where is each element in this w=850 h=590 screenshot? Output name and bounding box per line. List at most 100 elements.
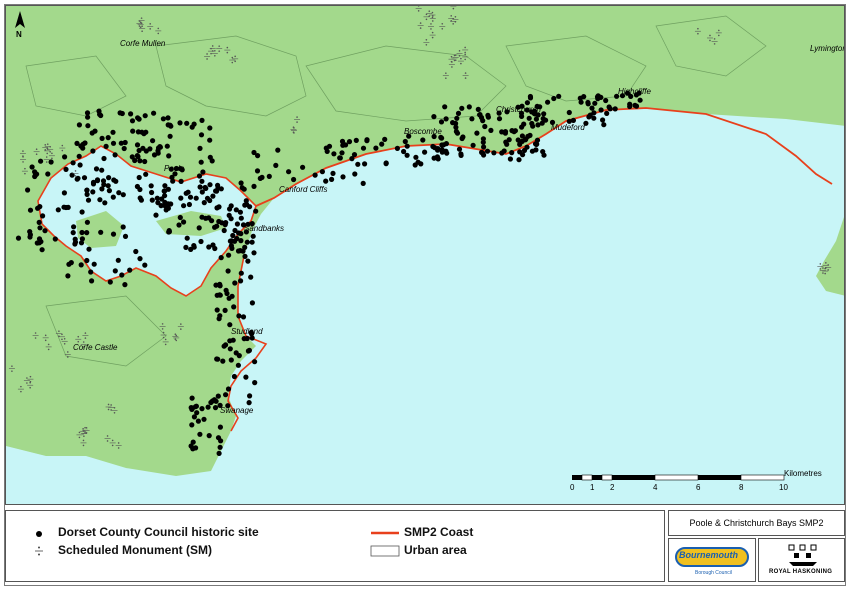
historic-site-marker [482, 123, 488, 130]
historic-site-marker [112, 268, 118, 274]
historic-site-marker [339, 150, 345, 156]
north-arrow-icon [15, 11, 25, 28]
historic-site-marker [129, 154, 135, 160]
scale-tick: 8 [739, 483, 744, 492]
historic-site-marker [63, 204, 69, 211]
historic-site-marker [36, 240, 42, 246]
historic-site-marker [516, 157, 522, 163]
historic-site-marker [480, 136, 486, 142]
historic-site-marker [591, 115, 597, 121]
historic-site-marker [85, 197, 92, 203]
historic-site-marker [250, 233, 256, 239]
historic-site-marker [136, 174, 142, 181]
historic-site-marker [198, 132, 205, 138]
historic-site-marker [184, 235, 190, 241]
historic-site-marker [227, 238, 233, 244]
historic-site-marker [100, 178, 107, 184]
historic-site-marker [578, 99, 584, 105]
historic-site-marker [226, 252, 232, 258]
historic-site-marker [529, 148, 536, 154]
historic-site-marker [96, 108, 102, 114]
legend-scheduled-monument: Scheduled Monument (SM) [58, 543, 212, 557]
historic-site-marker [155, 150, 161, 156]
historic-site-marker [459, 105, 465, 111]
place-mudeford: Mudeford [551, 123, 585, 132]
historic-site-marker [207, 154, 213, 160]
historic-site-marker [373, 145, 379, 151]
historic-site-marker [202, 184, 208, 191]
historic-site-marker [189, 422, 195, 428]
historic-site-marker [474, 130, 480, 136]
historic-site-marker [39, 247, 45, 253]
place-studland: Studland [231, 327, 263, 336]
historic-site-marker [200, 169, 206, 175]
historic-site-marker [167, 133, 173, 139]
historic-site-marker [90, 181, 97, 187]
historic-site-marker [581, 94, 587, 100]
historic-site-marker [105, 183, 111, 189]
historic-site-marker [62, 154, 68, 160]
historic-site-marker [603, 97, 609, 104]
historic-site-marker [488, 127, 494, 133]
historic-site-marker [215, 435, 222, 441]
map-canvas [6, 6, 844, 476]
historic-site-marker [188, 443, 194, 449]
historic-site-marker [199, 189, 205, 195]
historic-site-marker [527, 95, 534, 101]
historic-site-marker [450, 120, 456, 126]
historic-site-marker [189, 395, 195, 401]
historic-site-marker [78, 262, 84, 268]
historic-site-marker [197, 184, 203, 190]
scale-tick: 10 [779, 483, 788, 492]
historic-site-marker [120, 224, 126, 230]
historic-site-marker [84, 257, 90, 264]
historic-site-marker [122, 282, 128, 288]
historic-site-marker [98, 229, 104, 235]
historic-site-marker [91, 261, 97, 267]
historic-site-marker [227, 338, 233, 344]
historic-site-marker [475, 106, 481, 112]
legend-historic-site: Dorset County Council historic site [58, 525, 259, 539]
historic-site-marker [206, 433, 212, 439]
historic-site-marker [228, 357, 234, 363]
historic-site-marker [166, 153, 172, 159]
historic-site-marker [189, 124, 195, 130]
historic-site-marker [157, 144, 163, 150]
place-canford-cliffs: Canford Cliffs [279, 185, 328, 194]
historic-site-marker [194, 410, 200, 416]
historic-site-marker [249, 300, 255, 306]
historic-site-marker [394, 145, 400, 151]
historic-site-marker [343, 142, 349, 148]
historic-site-symbol [36, 531, 42, 537]
historic-site-marker [246, 400, 252, 406]
historic-site-marker [170, 178, 176, 184]
historic-site-marker [105, 135, 111, 141]
historic-site-marker [92, 128, 98, 134]
historic-site-marker [323, 178, 329, 184]
historic-site-marker [216, 218, 222, 225]
historic-site-marker [102, 200, 108, 206]
historic-site-marker [533, 116, 540, 122]
historic-site-marker [164, 143, 170, 149]
historic-site-marker [511, 129, 517, 135]
historic-site-marker [178, 195, 184, 201]
historic-site-marker [519, 138, 525, 144]
historic-site-marker [238, 278, 244, 284]
historic-site-marker [319, 169, 325, 175]
legend-smp2-coast: SMP2 Coast [404, 525, 474, 539]
historic-site-marker [34, 171, 40, 177]
historic-site-marker [210, 193, 216, 199]
historic-site-marker [184, 120, 190, 126]
historic-site-marker [222, 307, 228, 313]
historic-site-marker [138, 197, 144, 203]
historic-site-marker [543, 117, 549, 123]
historic-site-marker [355, 161, 361, 167]
historic-site-marker [197, 431, 203, 437]
place-sandbanks: Sandbanks [244, 224, 285, 233]
historic-site-marker [251, 250, 257, 256]
historic-site-marker [137, 186, 143, 193]
historic-site-marker [177, 214, 183, 221]
map-panel[interactable]: N Corfe Mullen Lymington Highcliffe Chri… [5, 5, 845, 505]
historic-site-marker [458, 152, 464, 158]
historic-site-marker [431, 114, 437, 120]
